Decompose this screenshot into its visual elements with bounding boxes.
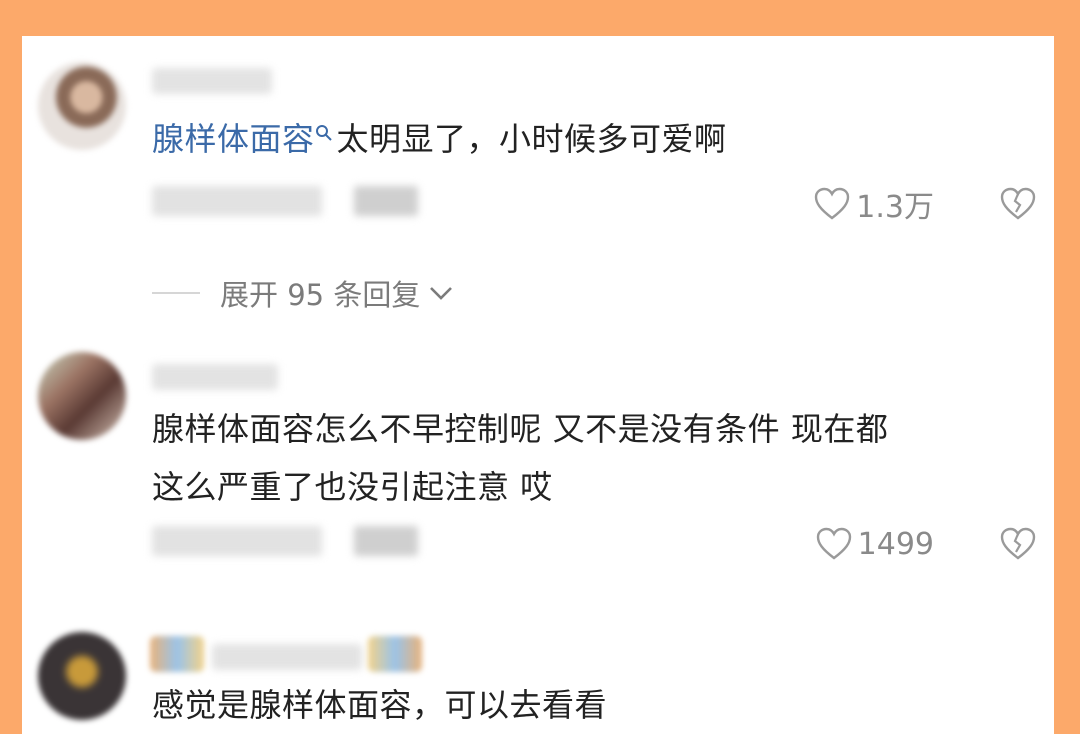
broken-heart-icon [1000, 527, 1036, 560]
username[interactable] [152, 364, 278, 390]
avatar[interactable] [38, 632, 126, 720]
expand-replies-button[interactable]: 展开 95 条回复 [152, 272, 454, 314]
like-count: 1499 [857, 526, 934, 562]
comment-body: 太明显了，小时候多可爱啊 [336, 120, 727, 158]
comment-timestamp [152, 526, 322, 556]
divider [152, 292, 200, 294]
username[interactable] [152, 68, 272, 94]
username[interactable] [212, 644, 362, 670]
reply-link[interactable] [354, 186, 418, 216]
comment-body-line: 腺样体面容怎么不早控制呢 又不是没有条件 现在都 [152, 410, 889, 448]
comment-body: 感觉是腺样体面容，可以去看看 [152, 686, 608, 724]
comment-text: 腺样体面容怎么不早控制呢 又不是没有条件 现在都 这么严重了也没引起注意 哎 [152, 400, 888, 516]
search-icon[interactable] [315, 124, 333, 142]
comment-item: 腺样体面容 太明显了，小时候多可爱啊 1.3万 展开 95 条回复 [22, 36, 1054, 336]
comment-body-line: 这么严重了也没引起注意 哎 [152, 468, 553, 506]
like-count: 1.3万 [856, 190, 934, 225]
broken-heart-icon [1000, 187, 1036, 220]
comment-text: 腺样体面容 太明显了，小时候多可爱啊 [152, 110, 727, 168]
user-badge [368, 636, 422, 672]
highlight-link[interactable]: 腺样体面容 [152, 120, 315, 158]
heart-outline-icon [816, 527, 851, 560]
user-badge [150, 636, 204, 672]
dislike-button[interactable] [1000, 184, 1036, 224]
avatar[interactable] [38, 352, 126, 440]
comment-list: 腺样体面容 太明显了，小时候多可爱啊 1.3万 展开 95 条回复 腺样体面容怎么… [22, 36, 1054, 734]
dislike-button[interactable] [1000, 524, 1036, 564]
heart-outline-icon [815, 187, 850, 220]
reply-link[interactable] [354, 526, 418, 556]
like-button[interactable]: 1.3万 [814, 184, 934, 225]
comment-timestamp [152, 186, 322, 216]
comment-item: 感觉是腺样体面容，可以去看看 [22, 626, 1054, 734]
expand-replies-label: 展开 95 条回复 [220, 278, 421, 312]
chevron-down-icon [430, 287, 453, 300]
comment-item: 腺样体面容怎么不早控制呢 又不是没有条件 现在都 这么严重了也没引起注意 哎 1… [22, 336, 1054, 626]
like-button[interactable]: 1499 [816, 524, 934, 564]
comment-text: 感觉是腺样体面容，可以去看看 [152, 676, 607, 734]
avatar[interactable] [38, 62, 126, 150]
